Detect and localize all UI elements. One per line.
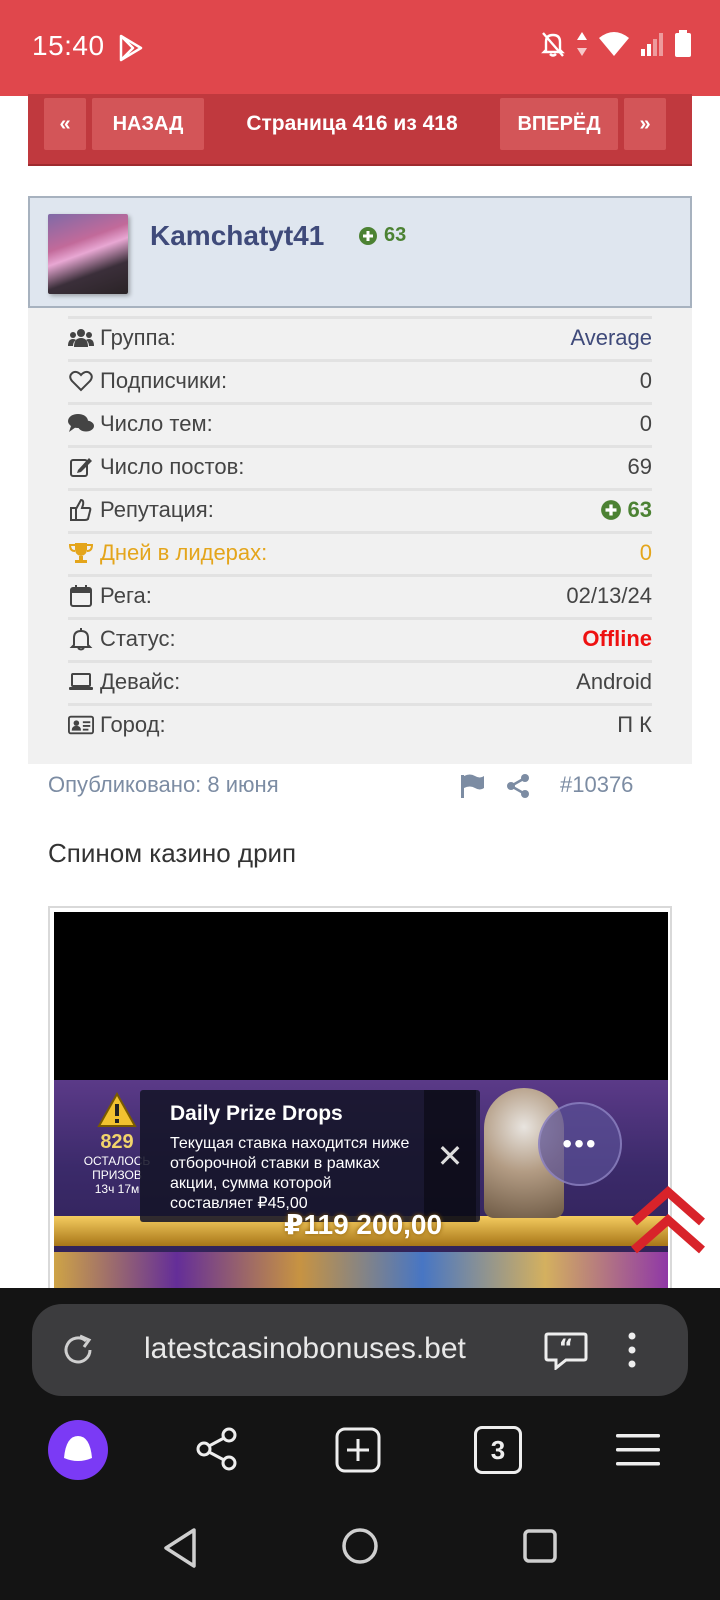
- tabs-count-button[interactable]: 3: [474, 1426, 522, 1474]
- post-image-content: 829 ОСТАЛОСЬ ПРИЗОВ 13ч 17м Daily Prize …: [54, 912, 668, 1292]
- author-header: Kamchatyt41 63: [28, 196, 692, 308]
- reputation-stat: 63: [600, 497, 652, 523]
- svg-text:“: “: [559, 1336, 573, 1361]
- author-stats: Группа: Average Подписчики: 0 Число тем:…: [28, 308, 692, 764]
- warning-icon: [97, 1091, 137, 1127]
- home-icon[interactable]: [340, 1526, 380, 1566]
- stat-value: Android: [576, 668, 652, 694]
- stat-value: 0: [639, 410, 652, 436]
- recent-apps-icon[interactable]: [522, 1528, 558, 1564]
- more-vert-icon[interactable]: [624, 1330, 640, 1370]
- browser-nav: 3: [0, 1404, 720, 1504]
- stat-row-status: Статус: Offline: [68, 617, 652, 657]
- back-icon[interactable]: [160, 1526, 200, 1570]
- status-bar: 15:40: [0, 0, 720, 96]
- wifi-icon: [599, 32, 629, 56]
- new-tab-icon[interactable]: [334, 1426, 382, 1474]
- trophy-icon: [68, 540, 94, 566]
- address-bar[interactable]: latestcasinobonuses.bet “: [32, 1304, 688, 1396]
- stat-row-topics: Число тем: 0: [68, 402, 652, 442]
- stat-row-followers: Подписчики: 0: [68, 359, 652, 399]
- data-arrows-icon: [577, 32, 587, 56]
- flag-icon[interactable]: [458, 772, 486, 800]
- stat-value: 63: [627, 496, 652, 522]
- stat-label: Дней в лидерах:: [100, 539, 268, 565]
- prize-drops-popup: Daily Prize Drops Текущая ставка находит…: [140, 1090, 480, 1222]
- first-page-button[interactable]: «: [44, 98, 86, 150]
- calendar-icon: [68, 583, 94, 609]
- scroll-to-top-icon[interactable]: [628, 1182, 708, 1258]
- laptop-icon: [68, 669, 94, 695]
- stat-value: П К: [617, 711, 652, 737]
- post-date: Опубликовано: 8 июня: [48, 772, 279, 797]
- menu-icon[interactable]: [614, 1430, 662, 1470]
- share-icon[interactable]: [194, 1426, 240, 1472]
- post-image[interactable]: 829 ОСТАЛОСЬ ПРИЗОВ 13ч 17м Daily Prize …: [48, 906, 672, 1292]
- stat-row-posts: Число постов: 69: [68, 445, 652, 485]
- stat-row-registered: Рега: 02/13/24: [68, 574, 652, 614]
- stat-label: Группа:: [100, 324, 176, 350]
- quote-icon[interactable]: “: [544, 1330, 588, 1370]
- stat-row-leader-days: Дней в лидерах: 0: [68, 531, 652, 571]
- stat-label: Число постов:: [100, 453, 245, 479]
- status-time: 15:40: [32, 30, 105, 61]
- jackpot-amount: ₽119 200,00: [284, 1209, 443, 1240]
- bell-icon: [68, 626, 94, 652]
- stat-label: Репутация:: [100, 496, 214, 522]
- prev-page-button[interactable]: НАЗАД: [92, 98, 204, 150]
- heart-icon: [68, 368, 94, 394]
- post-number-link[interactable]: #10376: [560, 772, 633, 798]
- stat-value: 0: [639, 367, 652, 393]
- reputation-value: 63: [384, 224, 407, 246]
- avatar[interactable]: [48, 214, 128, 294]
- last-page-button[interactable]: »: [624, 98, 666, 150]
- plus-circle-icon: [600, 499, 621, 520]
- signal-icon: [641, 33, 663, 56]
- group-link[interactable]: Average: [570, 325, 652, 351]
- share-icon[interactable]: [504, 772, 532, 800]
- stat-label: Статус:: [100, 625, 176, 651]
- stat-label: Рега:: [100, 582, 152, 608]
- play-store-icon: [119, 34, 143, 62]
- popup-title: Daily Prize Drops: [170, 1102, 343, 1125]
- status-icons: [540, 30, 692, 58]
- stat-row-device: Девайс: Android: [68, 660, 652, 700]
- comments-icon: [68, 411, 94, 437]
- post-body-text: Спином казино дрип: [48, 838, 297, 868]
- page-indicator: Страница 416 из 418: [246, 112, 458, 135]
- stat-label: Подписчики:: [100, 367, 228, 393]
- pagination-bar: « НАЗАД Страница 416 из 418 ВПЕРЁД »: [28, 94, 692, 166]
- slot-game-screen: 829 ОСТАЛОСЬ ПРИЗОВ 13ч 17м Daily Prize …: [54, 1080, 668, 1292]
- id-card-icon: [68, 712, 94, 738]
- next-page-button[interactable]: ВПЕРЁД: [500, 98, 618, 150]
- bell-off-icon: [541, 32, 565, 57]
- stat-value: 69: [627, 453, 652, 479]
- slot-reels: [54, 1252, 668, 1292]
- url-text[interactable]: latestcasinobonuses.bet: [144, 1332, 466, 1366]
- popup-body: Текущая ставка находится ниже отборочной…: [170, 1135, 410, 1212]
- plus-circle-icon: [359, 226, 377, 245]
- username-link[interactable]: Kamchatyt41: [150, 220, 324, 252]
- system-navigation: [0, 1504, 720, 1600]
- stat-value: 0: [639, 539, 652, 565]
- browser-toolbar: latestcasinobonuses.bet “ 3: [0, 1288, 720, 1600]
- stat-row-group: Группа: Average: [68, 316, 652, 356]
- reload-icon[interactable]: [60, 1332, 96, 1368]
- reputation-badge: 63: [358, 224, 406, 247]
- edit-icon: [68, 454, 94, 480]
- stat-value: 02/13/24: [566, 582, 652, 608]
- alice-assistant-icon[interactable]: [48, 1420, 108, 1480]
- close-icon: ✕: [424, 1090, 476, 1222]
- stat-label: Город:: [100, 711, 166, 737]
- users-icon: [68, 325, 94, 351]
- post-meta: Опубликовано: 8 июня #10376: [48, 770, 648, 802]
- stat-label: Число тем:: [100, 410, 213, 436]
- more-options-icon: •••: [538, 1102, 622, 1186]
- thumbs-up-icon: [68, 497, 94, 523]
- battery-icon: [675, 30, 691, 57]
- stat-row-city: Город: П К: [68, 703, 652, 743]
- status-offline: Offline: [582, 625, 652, 651]
- stat-row-reputation: Репутация: 63: [68, 488, 652, 528]
- stat-label: Девайс:: [100, 668, 181, 694]
